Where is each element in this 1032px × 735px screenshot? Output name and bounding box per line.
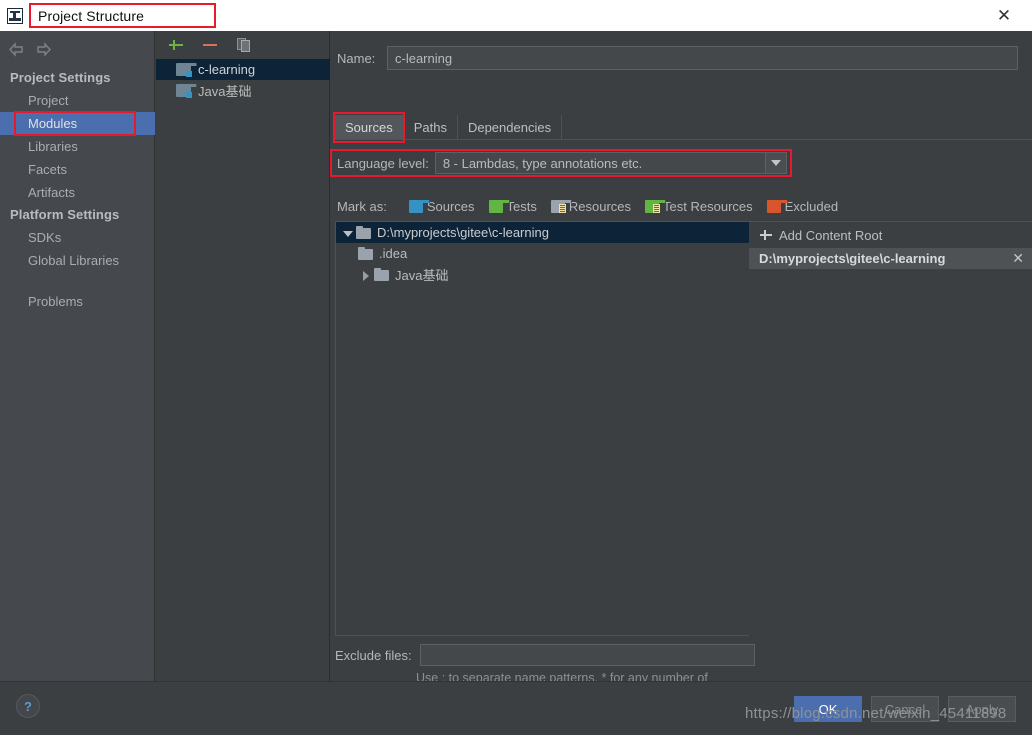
chevron-down-icon[interactable] xyxy=(765,153,786,173)
remove-content-root-icon[interactable]: ✕ xyxy=(1012,250,1024,267)
project-structure-dialog: Project Structure ✕ Project Settings Pro… xyxy=(0,0,1032,735)
sidebar-nav-arrows xyxy=(8,39,68,59)
sidebar-item-modules[interactable]: Modules xyxy=(0,112,155,135)
module-item-label: Java基础 xyxy=(198,84,252,99)
tree-row-label: .idea xyxy=(379,246,408,261)
title-highlight-box: Project Structure xyxy=(29,3,216,28)
plus-icon[interactable] xyxy=(166,35,186,55)
intellij-idea-icon xyxy=(7,7,23,24)
mark-as-option-label: Test Resources xyxy=(663,198,753,214)
module-settings-panel: Name: c-learning Sources Paths Dependenc… xyxy=(331,31,1032,702)
resources-folder-icon xyxy=(550,199,572,213)
content-roots-panel: Add Content Root D:\myprojects\gitee\c-l… xyxy=(749,221,1032,636)
mark-as-tests-button[interactable]: Tests xyxy=(488,198,537,214)
folder-icon xyxy=(374,268,390,281)
dialog-body: Project Settings Project Modules Librari… xyxy=(0,31,1032,702)
sidebar-group-project-settings: Project Settings xyxy=(10,70,111,85)
sidebar-item-problems[interactable]: Problems xyxy=(0,290,155,313)
test-resources-folder-icon xyxy=(645,199,667,213)
add-content-root-label: Add Content Root xyxy=(779,227,883,243)
mark-as-sources-button[interactable]: Sources xyxy=(408,198,475,214)
copy-icon[interactable] xyxy=(234,35,254,55)
tabs-underline xyxy=(335,139,1032,140)
chevron-right-icon[interactable] xyxy=(358,267,374,283)
content-tree: D:\myprojects\gitee\c-learning .idea Jav… xyxy=(335,221,749,636)
tab-paths[interactable]: Paths xyxy=(404,115,458,139)
mark-as-excluded-button[interactable]: Excluded xyxy=(766,198,839,214)
window-title: Project Structure xyxy=(38,7,144,24)
sidebar-divider xyxy=(0,272,155,290)
add-content-root-button[interactable]: Add Content Root xyxy=(749,222,1032,248)
sidebar-item-project[interactable]: Project xyxy=(0,89,155,112)
sidebar-item-facets[interactable]: Facets xyxy=(0,158,155,181)
sidebar-item-sdks[interactable]: SDKs xyxy=(0,226,155,249)
mark-as-resources-button[interactable]: Resources xyxy=(550,198,632,214)
module-name-row: Name: c-learning xyxy=(331,45,1032,71)
settings-sidebar: Project Settings Project Modules Librari… xyxy=(0,31,155,681)
tab-sources[interactable]: Sources xyxy=(335,115,404,139)
modules-toolbar xyxy=(156,31,330,59)
help-button[interactable]: ? xyxy=(16,694,40,718)
sidebar-item-global-libraries[interactable]: Global Libraries xyxy=(0,249,155,272)
watermark: https://blog.csdn.net/weixin_45411898 xyxy=(745,705,1007,722)
modules-list-panel: c-learning Java基础 xyxy=(156,31,330,681)
mark-as-option-label: Sources xyxy=(426,198,475,214)
module-folder-icon xyxy=(176,62,197,77)
mark-as-option-label: Resources xyxy=(568,198,632,214)
tree-row-label: D:\myprojects\gitee\c-learning xyxy=(377,225,549,240)
tree-row[interactable]: .idea xyxy=(336,243,749,264)
modules-list: c-learning Java基础 xyxy=(156,59,330,101)
sidebar-list: Project Settings Project Modules Librari… xyxy=(0,67,155,313)
sources-folder-icon xyxy=(408,199,430,213)
module-item-java-base[interactable]: Java基础 xyxy=(156,80,330,101)
tests-folder-icon xyxy=(488,199,510,213)
excluded-folder-icon xyxy=(766,199,788,213)
language-level-label: Language level: xyxy=(337,155,429,171)
sidebar-item-artifacts[interactable]: Artifacts xyxy=(0,181,155,204)
tab-dependencies[interactable]: Dependencies xyxy=(458,115,563,139)
tree-row[interactable]: D:\myprojects\gitee\c-learning xyxy=(336,222,749,243)
sidebar-group-platform-settings: Platform Settings xyxy=(10,207,120,222)
mark-as-row: Mark as: Sources Tests Resources Test Re… xyxy=(337,196,852,216)
mark-as-option-label: Tests xyxy=(506,198,537,214)
close-icon[interactable]: ✕ xyxy=(984,0,1024,31)
language-level-value: 8 - Lambdas, type annotations etc. xyxy=(442,155,643,171)
module-item-c-learning[interactable]: c-learning xyxy=(156,59,330,80)
exclude-files-row: Exclude files: xyxy=(335,644,755,666)
mark-as-test-resources-button[interactable]: Test Resources xyxy=(645,199,753,214)
title-bar: Project Structure ✕ xyxy=(0,0,1032,31)
exclude-files-label: Exclude files: xyxy=(335,647,412,663)
tree-row[interactable]: Java基础 xyxy=(336,264,749,285)
chevron-down-icon[interactable] xyxy=(340,225,356,241)
module-name-label: Name: xyxy=(337,50,376,66)
mark-as-label: Mark as: xyxy=(337,198,387,214)
module-tabs: Sources Paths Dependencies xyxy=(335,115,1032,139)
language-level-select[interactable]: 8 - Lambdas, type annotations etc. xyxy=(434,152,787,174)
module-item-label: c-learning xyxy=(198,62,256,77)
content-root-path: D:\myprojects\gitee\c-learning xyxy=(759,251,946,266)
folder-icon xyxy=(356,226,372,239)
module-folder-icon xyxy=(176,83,197,98)
folder-icon xyxy=(358,247,374,260)
mark-as-option-label: Excluded xyxy=(784,198,839,214)
sidebar-item-libraries[interactable]: Libraries xyxy=(0,135,155,158)
back-arrow-icon[interactable] xyxy=(8,41,25,57)
forward-arrow-icon[interactable] xyxy=(35,41,52,57)
module-name-input[interactable]: c-learning xyxy=(387,46,1018,70)
tree-row-label: Java基础 xyxy=(395,268,449,283)
plus-icon xyxy=(759,228,773,242)
minus-icon[interactable] xyxy=(200,35,220,55)
language-level-row: Language level: 8 - Lambdas, type annota… xyxy=(337,152,787,174)
content-root-item[interactable]: D:\myprojects\gitee\c-learning ✕ xyxy=(749,248,1032,269)
exclude-files-input[interactable] xyxy=(419,644,755,666)
